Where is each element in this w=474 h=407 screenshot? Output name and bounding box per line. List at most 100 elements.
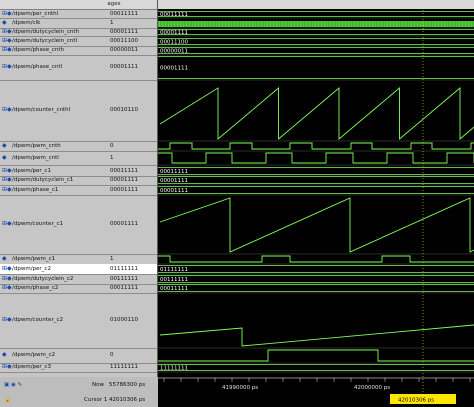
signal-name: /dpwm/pwm_cnth [12, 142, 61, 149]
pwm-cntl-wave [158, 152, 474, 164]
signal-value: 00011111 [110, 284, 138, 291]
signal-name: /dpwm/phase_c2 [12, 284, 59, 291]
pwm-c2-wave [158, 349, 474, 362]
value-panel: Messages 0001111110000111100011100000000… [107, 0, 157, 407]
signal-icon[interactable]: ◆ [2, 154, 10, 161]
signal-row[interactable]: ⊞◆/dpwm/per_c3 [0, 363, 107, 373]
expand-signal-icon[interactable]: ⊞◆ [2, 176, 12, 183]
signal-name-panel: ⊞◆/dpwm/per_cnthl ◆/dpwm/clk ⊞◆/dpwm/duty… [0, 0, 107, 407]
signal-value-row: 00010110 [107, 80, 157, 142]
signal-value: 00011111 [110, 10, 138, 17]
expand-signal-icon[interactable]: ⊞◆ [2, 220, 12, 227]
cursor-marker-label: 42010306 ps [398, 398, 434, 404]
signal-row[interactable]: ⊞◆/dpwm/counter_c1 [0, 194, 107, 255]
signal-icon[interactable]: ◆ [2, 142, 10, 149]
signal-row[interactable]: ◆/dpwm/pwm_cntl [0, 151, 107, 166]
cursor-lock-icon[interactable]: 🔒 [4, 397, 11, 403]
signal-row[interactable]: ⊞◆/dpwm/per_cnthl [0, 10, 107, 19]
bus-value-label: 11111111 [160, 366, 188, 372]
signal-name: /dpwm/counter_cnthl [12, 107, 71, 113]
expand-signal-icon[interactable]: ⊞◆ [2, 107, 12, 113]
waveform-canvas[interactable]: 00011111 00001111 00011100 00000011 00001111… [158, 0, 474, 407]
signal-name: /dpwm/per_c1 [12, 167, 51, 174]
signal-name: /dpwm/phase_c1 [12, 186, 59, 193]
bus-value-label: 00001111 [160, 66, 188, 72]
signal-icon[interactable]: ◆ [2, 352, 10, 358]
expand-signal-icon[interactable]: ⊞◆ [2, 317, 12, 323]
signal-value: 0 [110, 142, 114, 149]
now-label: Now [92, 382, 104, 388]
signal-value: 1 [110, 154, 114, 161]
counter-c1-wave [159, 197, 474, 253]
signal-value: 00111111 [110, 275, 138, 282]
signal-value-row: 0 [107, 348, 157, 364]
cursor-label: Cursor 1 [84, 397, 108, 403]
signal-icon[interactable]: ◆ [2, 20, 10, 26]
signal-value: 00011100 [110, 38, 138, 44]
signal-value: 00001111 [110, 64, 138, 70]
expand-signal-icon[interactable]: ⊞◆ [2, 364, 12, 370]
signal-name: /dpwm/dutycyclein_cntl [12, 38, 78, 44]
signal-name: /dpwm/pwm_cntl [12, 154, 59, 161]
bus-value-label: 00011100 [160, 40, 188, 46]
signal-value: 1 [110, 255, 114, 262]
time-tick-label: 42000000 ps [354, 385, 390, 391]
signal-value-row: 00001111 [107, 28, 157, 37]
now-icons[interactable]: ▣ ◉ ✎ [4, 382, 22, 388]
signal-value: 00011111 [110, 167, 138, 174]
signal-row[interactable]: ⊞◆/dpwm/dutycyclein_cnth [0, 28, 107, 37]
bus-value-label: 00011111 [160, 169, 188, 175]
signal-value: 00001111 [110, 176, 138, 183]
bus-value-label: 00011111 [160, 286, 188, 292]
expand-signal-icon[interactable]: ⊞◆ [2, 64, 12, 70]
pwm-c1-wave [158, 255, 474, 263]
counter-cnthl-wave [159, 87, 474, 140]
expand-signal-icon[interactable]: ⊞◆ [2, 28, 12, 35]
signal-row[interactable]: ◆/dpwm/pwm_c2 [0, 348, 107, 364]
now-value: 55786300 ps [109, 382, 146, 388]
signal-value-row: 00001111 [107, 194, 157, 255]
bus-value-label: 01111111 [160, 267, 188, 273]
signal-name: /dpwm/clk [12, 20, 41, 26]
signal-value: 00000011 [110, 47, 138, 53]
bus-value-label: 00001111 [160, 188, 188, 194]
expand-signal-icon[interactable]: ⊞◆ [2, 186, 12, 193]
signal-value: 01000110 [110, 317, 138, 323]
signal-row[interactable]: ⊞◆/dpwm/counter_cnthl [0, 80, 107, 142]
signal-value: 01111111 [110, 265, 138, 272]
signal-name: /dpwm/per_c3 [12, 364, 51, 370]
signal-value: 00001111 [110, 220, 138, 227]
signal-name: /dpwm/per_cnthl [12, 10, 59, 17]
bus-value-label: 00011111 [160, 12, 188, 18]
signal-value: 00010110 [110, 107, 138, 113]
signal-row[interactable]: ⊞◆/dpwm/phase_cntl [0, 55, 107, 81]
expand-signal-icon[interactable]: ⊞◆ [2, 167, 12, 174]
bus-value-label: 00001111 [160, 30, 188, 36]
signal-value: 00001111 [110, 28, 138, 35]
signal-value-row: 1 [107, 151, 157, 166]
signal-value: 00001111 [110, 186, 138, 193]
counter-c2-wave [159, 324, 474, 347]
bus-value-label: 00001111 [160, 178, 188, 184]
expand-signal-icon[interactable]: ⊞◆ [2, 10, 12, 17]
signal-value: 1 [110, 20, 114, 26]
signal-value: 11111111 [110, 364, 138, 370]
pwm-cnth-wave [158, 142, 474, 150]
signal-name: /dpwm/pwm_c2 [12, 352, 56, 358]
bus-value-label: 00000011 [160, 49, 188, 55]
time-tick-label: 41990000 ps [222, 385, 258, 391]
signal-value-row: 11111111 [107, 363, 157, 373]
signal-row[interactable]: ⊞◆/dpwm/counter_c2 [0, 293, 107, 349]
signal-value-row: 00011111 [107, 10, 157, 19]
expand-signal-icon[interactable]: ⊞◆ [2, 275, 12, 282]
signal-name: /dpwm/phase_cnth [12, 47, 65, 53]
expand-signal-icon[interactable]: ⊞◆ [2, 47, 12, 53]
signal-name: /dpwm/phase_cntl [12, 64, 63, 70]
expand-signal-icon[interactable]: ⊞◆ [2, 38, 12, 44]
signal-name: /dpwm/dutycyclein_cnth [12, 28, 80, 35]
expand-signal-icon[interactable]: ⊞◆ [2, 284, 12, 291]
signal-icon[interactable]: ◆ [2, 255, 10, 262]
expand-signal-icon[interactable]: ⊞◆ [2, 265, 12, 272]
signal-value-row: 01000110 [107, 293, 157, 349]
signal-name: /dpwm/pwm_c1 [12, 255, 56, 262]
